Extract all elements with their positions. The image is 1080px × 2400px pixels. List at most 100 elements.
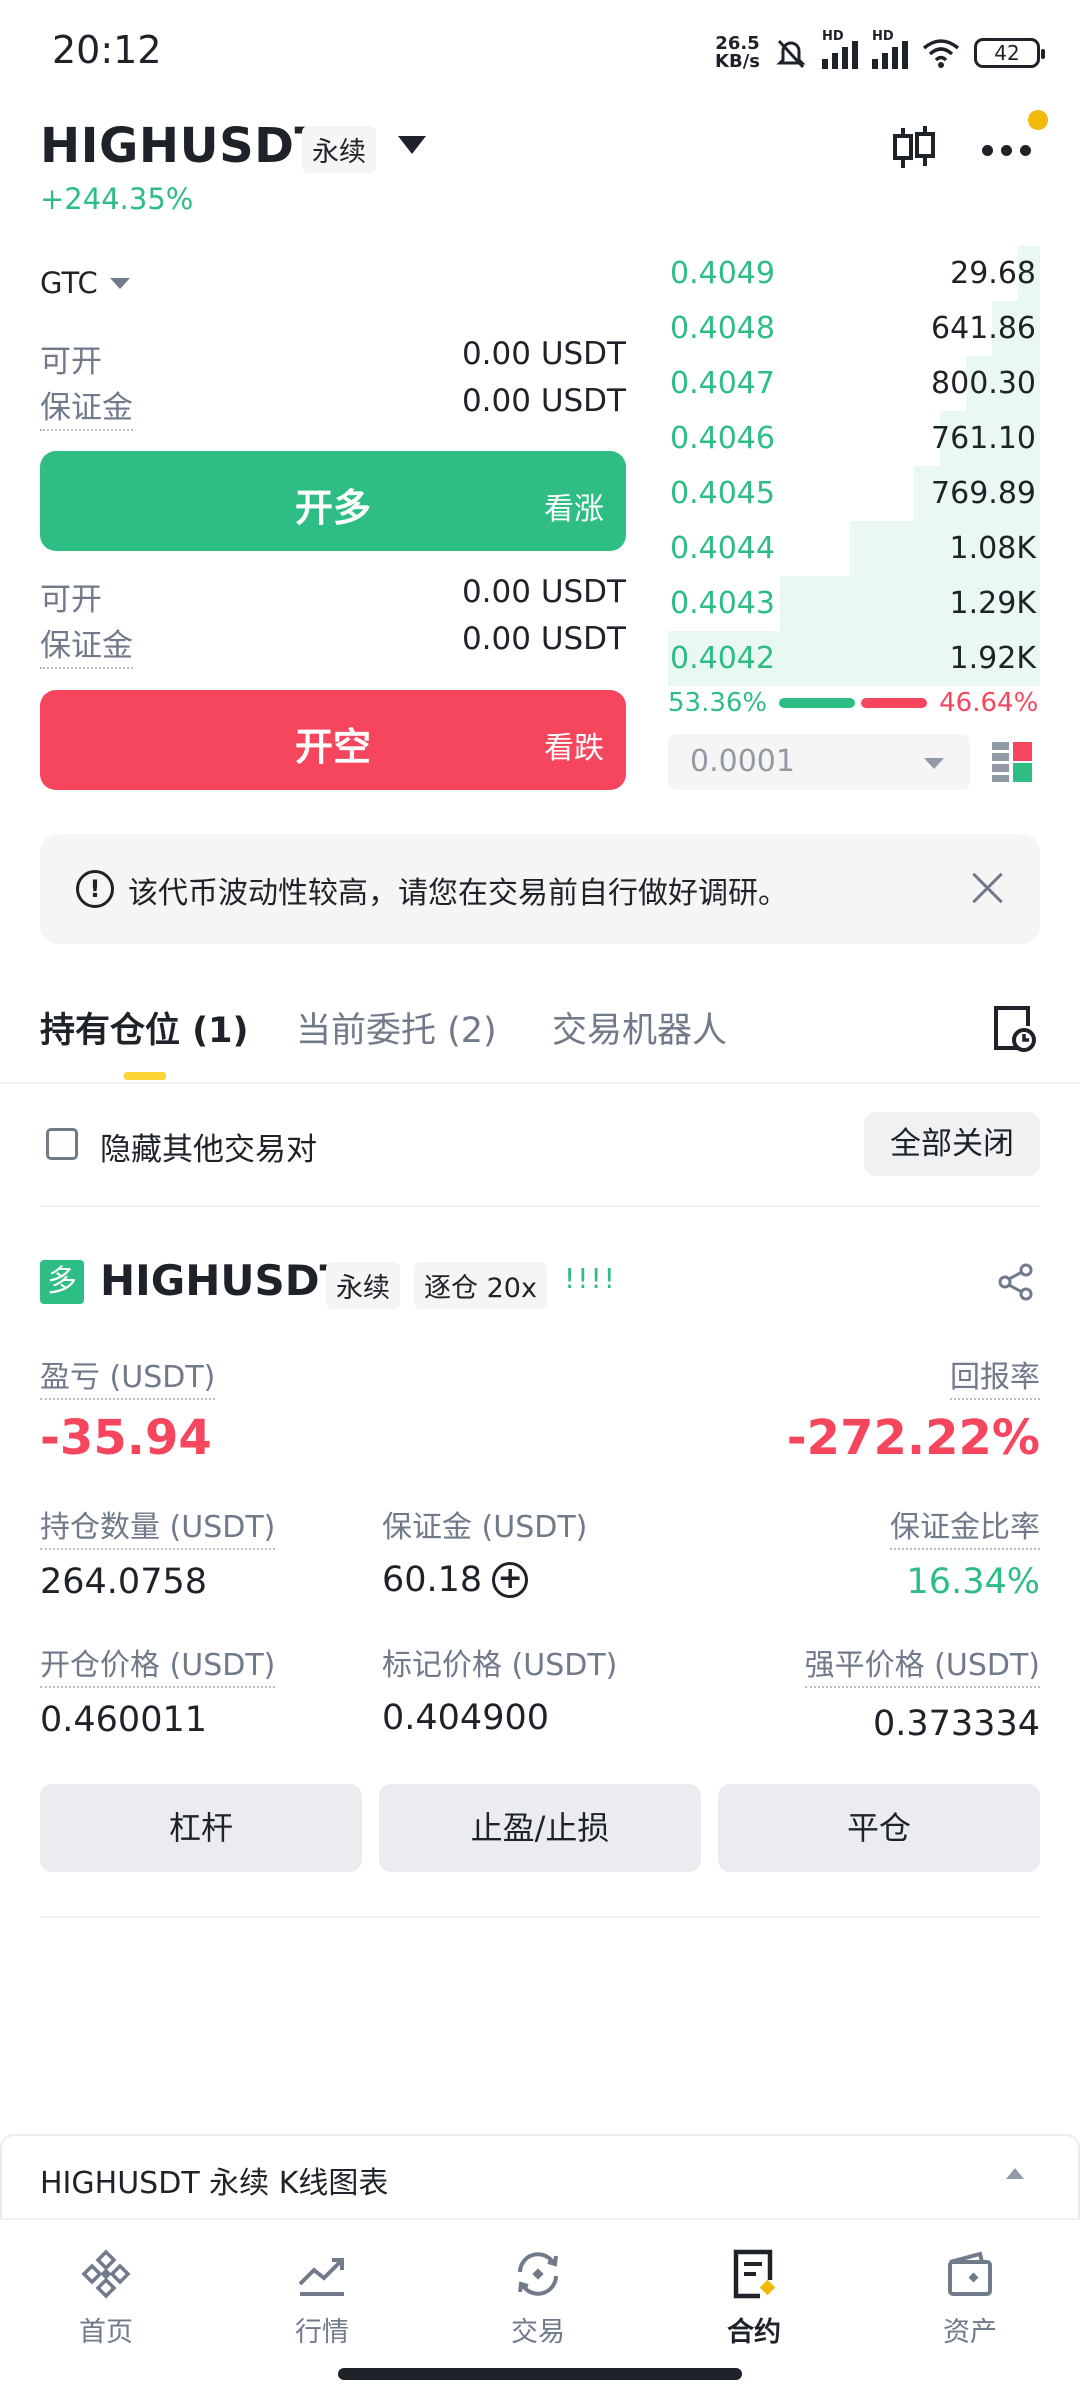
order-book-row[interactable]: 0.4045 769.89 <box>668 466 1040 521</box>
time-in-force-select[interactable]: GTC <box>40 266 130 300</box>
chevron-up-icon <box>1006 2168 1024 2179</box>
symbol-dropdown-icon[interactable] <box>398 136 426 154</box>
status-time: 20:12 <box>52 28 162 72</box>
margin-label[interactable]: 保证金 <box>40 382 133 431</box>
buy-ratio: 53.36% <box>668 688 768 718</box>
hide-other-pairs-label[interactable]: 隐藏其他交易对 <box>100 1124 317 1169</box>
wifi-icon <box>922 39 960 68</box>
available-short-value: 0.00 USDT <box>461 574 626 610</box>
position-symbol[interactable]: HIGHUSDT <box>100 1256 348 1305</box>
roe-label[interactable]: 回报率 <box>950 1352 1040 1400</box>
nav-assets[interactable]: 资产 <box>890 2246 1050 2349</box>
bid-qty: 29.68 <box>950 256 1036 291</box>
nav-markets[interactable]: 行情 <box>242 2246 402 2349</box>
bid-qty: 641.86 <box>931 311 1036 346</box>
bid-price: 0.4047 <box>670 366 775 401</box>
tp-sl-button[interactable]: 止盈/止损 <box>379 1784 701 1872</box>
tab-divider <box>0 1082 1080 1084</box>
position-size-value: 264.0758 <box>40 1562 208 1602</box>
more-options-icon[interactable] <box>982 130 1036 170</box>
warning-icon: ! <box>76 870 114 908</box>
markets-chart-icon <box>298 2258 344 2296</box>
tab-positions[interactable]: 持有仓位 (1) <box>40 1002 249 1053</box>
home-logo-icon <box>81 2249 131 2299</box>
margin-short-value: 0.00 USDT <box>461 621 626 657</box>
tab-trading-bots[interactable]: 交易机器人 <box>552 1002 727 1053</box>
position-margin-label: 保证金 (USDT) <box>382 1510 588 1545</box>
buy-ratio-bar <box>779 698 856 708</box>
order-book-row[interactable]: 0.4044 1.08K <box>668 521 1040 576</box>
margin-ratio-label[interactable]: 保证金比率 <box>890 1502 1040 1550</box>
net-speed-unit: KB/s <box>715 51 760 72</box>
bid-qty: 1.08K <box>949 531 1036 566</box>
close-position-button[interactable]: 平仓 <box>718 1784 1040 1872</box>
order-book-row[interactable]: 0.4042 1.92K <box>668 631 1040 686</box>
entry-price-label[interactable]: 开仓价格 (USDT) <box>40 1640 276 1688</box>
home-indicator <box>338 2368 742 2380</box>
hide-other-pairs-checkbox[interactable] <box>46 1128 78 1160</box>
nav-markets-label: 行情 <box>295 2317 349 2348</box>
bid-qty: 769.89 <box>931 476 1036 511</box>
order-book-row[interactable]: 0.4043 1.29K <box>668 576 1040 631</box>
sell-ratio-bar <box>861 698 928 708</box>
position-margin-value: 60.18 <box>382 1560 483 1600</box>
pnl-value: -35.94 <box>40 1410 212 1466</box>
add-margin-icon[interactable]: + <box>492 1562 529 1598</box>
active-tab-indicator <box>124 1072 166 1080</box>
buy-sell-ratio: 53.36% 46.64% <box>668 688 1040 718</box>
close-icon[interactable] <box>970 870 1006 906</box>
close-all-button[interactable]: 全部关闭 <box>864 1112 1040 1176</box>
bid-price: 0.4044 <box>670 531 775 566</box>
price-precision-select[interactable]: 0.0001 <box>668 734 970 790</box>
leverage-button[interactable]: 杠杆 <box>40 1784 362 1872</box>
nav-futures-label: 合约 <box>727 2317 781 2348</box>
open-long-button[interactable]: 开多 看涨 <box>40 451 626 551</box>
margin-mode-tag[interactable]: 逐仓 20x <box>414 1262 547 1309</box>
status-icons: 26.5 KB/s HD HD 42 <box>715 28 1045 78</box>
order-book-row[interactable]: 0.4048 641.86 <box>668 301 1040 356</box>
notice-text: 该代币波动性较高，请您在交易前自行做好调研。 <box>128 876 788 911</box>
bid-price: 0.4042 <box>670 641 775 676</box>
nav-home[interactable]: 首页 <box>26 2246 186 2349</box>
mark-price-label: 标记价格 (USDT) <box>382 1648 618 1683</box>
share-icon[interactable] <box>996 1262 1036 1302</box>
order-history-icon[interactable] <box>992 1004 1036 1054</box>
order-book: 0.4049 29.68 0.4048 641.86 0.4047 800.30 0.… <box>668 246 1040 686</box>
margin-label[interactable]: 保证金 <box>40 620 133 669</box>
chevron-down-icon <box>924 758 944 769</box>
bid-price: 0.4045 <box>670 476 775 511</box>
pnl-label[interactable]: 盈亏 (USDT) <box>40 1352 216 1400</box>
symbol-title[interactable]: HIGHUSDT <box>40 118 328 174</box>
nav-trade-label: 交易 <box>511 2317 565 2348</box>
available-label: 可开 <box>40 344 102 380</box>
order-book-row[interactable]: 0.4046 761.10 <box>668 411 1040 466</box>
battery-icon: 42 <box>974 38 1045 68</box>
nav-trade[interactable]: 交易 <box>458 2246 618 2349</box>
trade-swap-icon <box>518 2252 558 2296</box>
bid-qty: 761.10 <box>931 421 1036 456</box>
sim-label: HD <box>872 29 894 44</box>
order-book-row[interactable]: 0.4047 800.30 <box>668 356 1040 411</box>
chevron-down-icon <box>109 277 130 289</box>
wallet-icon <box>948 2251 992 2296</box>
bell-muted-icon <box>776 39 806 69</box>
kline-chart-toggle[interactable]: HIGHUSDT 永续 K线图表 <box>0 2134 1080 2218</box>
bid-qty: 1.92K <box>949 641 1036 676</box>
position-size-label[interactable]: 持仓数量 (USDT) <box>40 1502 276 1550</box>
order-book-row[interactable]: 0.4049 29.68 <box>668 246 1040 301</box>
open-short-button[interactable]: 开空 看跌 <box>40 690 626 790</box>
margin-long-value: 0.00 USDT <box>461 383 626 419</box>
divider <box>40 1205 1040 1207</box>
volatility-notice: ! 该代币波动性较高，请您在交易前自行做好调研。 <box>40 834 1040 944</box>
price-precision-value: 0.0001 <box>690 744 795 779</box>
notification-dot <box>1028 110 1048 130</box>
order-book-layout-icon[interactable] <box>992 742 1032 782</box>
mark-price-value: 0.404900 <box>382 1698 550 1738</box>
available-label: 可开 <box>40 582 102 618</box>
nav-futures[interactable]: 合约 <box>674 2246 834 2349</box>
candlestick-chart-icon[interactable] <box>888 122 940 174</box>
bid-price: 0.4049 <box>670 256 775 291</box>
open-long-sublabel: 看涨 <box>544 492 604 527</box>
liquidation-price-label[interactable]: 强平价格 (USDT) <box>804 1640 1040 1688</box>
tab-open-orders[interactable]: 当前委托 (2) <box>296 1002 497 1053</box>
